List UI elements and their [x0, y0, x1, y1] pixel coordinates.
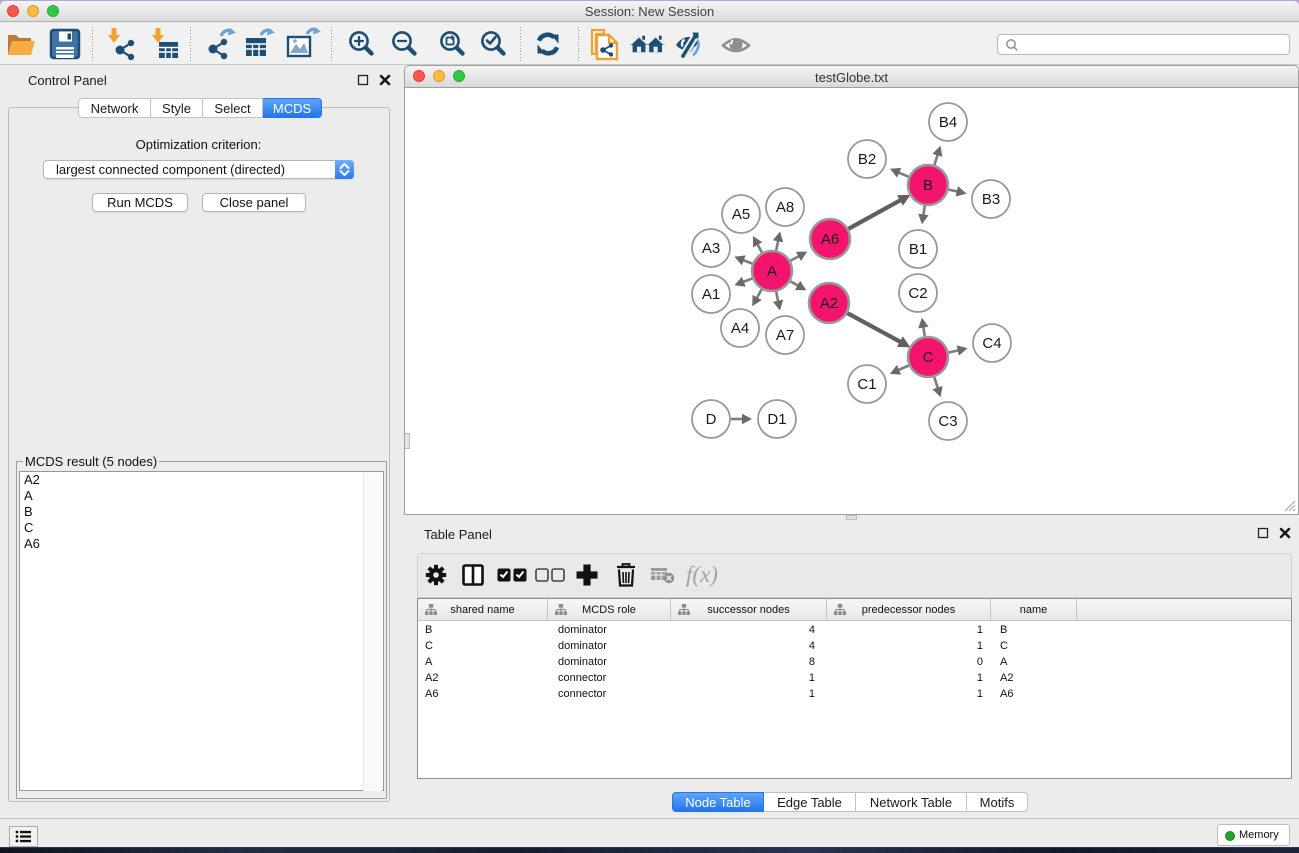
svg-text:A: A — [767, 263, 777, 280]
svg-text:A2: A2 — [820, 295, 838, 312]
svg-text:A6: A6 — [821, 231, 839, 248]
svg-text:C1: C1 — [857, 376, 876, 393]
svg-text:C: C — [923, 349, 934, 366]
svg-text:D: D — [706, 411, 717, 428]
svg-text:A3: A3 — [702, 240, 720, 257]
svg-text:B1: B1 — [909, 241, 927, 258]
svg-text:f(x): f(x) — [686, 562, 718, 587]
svg-text:C3: C3 — [938, 413, 957, 430]
svg-text:C2: C2 — [908, 285, 927, 302]
svg-text:B2: B2 — [858, 151, 876, 168]
svg-text:C4: C4 — [982, 335, 1001, 352]
svg-text:D1: D1 — [767, 411, 786, 428]
svg-text:A5: A5 — [732, 206, 750, 223]
svg-text:A7: A7 — [776, 327, 794, 344]
svg-text:A1: A1 — [702, 286, 720, 303]
svg-text:B3: B3 — [982, 191, 1000, 208]
svg-text:A8: A8 — [776, 199, 794, 216]
svg-text:B: B — [923, 177, 933, 194]
svg-text:A4: A4 — [731, 320, 749, 337]
svg-text:B4: B4 — [939, 114, 957, 131]
